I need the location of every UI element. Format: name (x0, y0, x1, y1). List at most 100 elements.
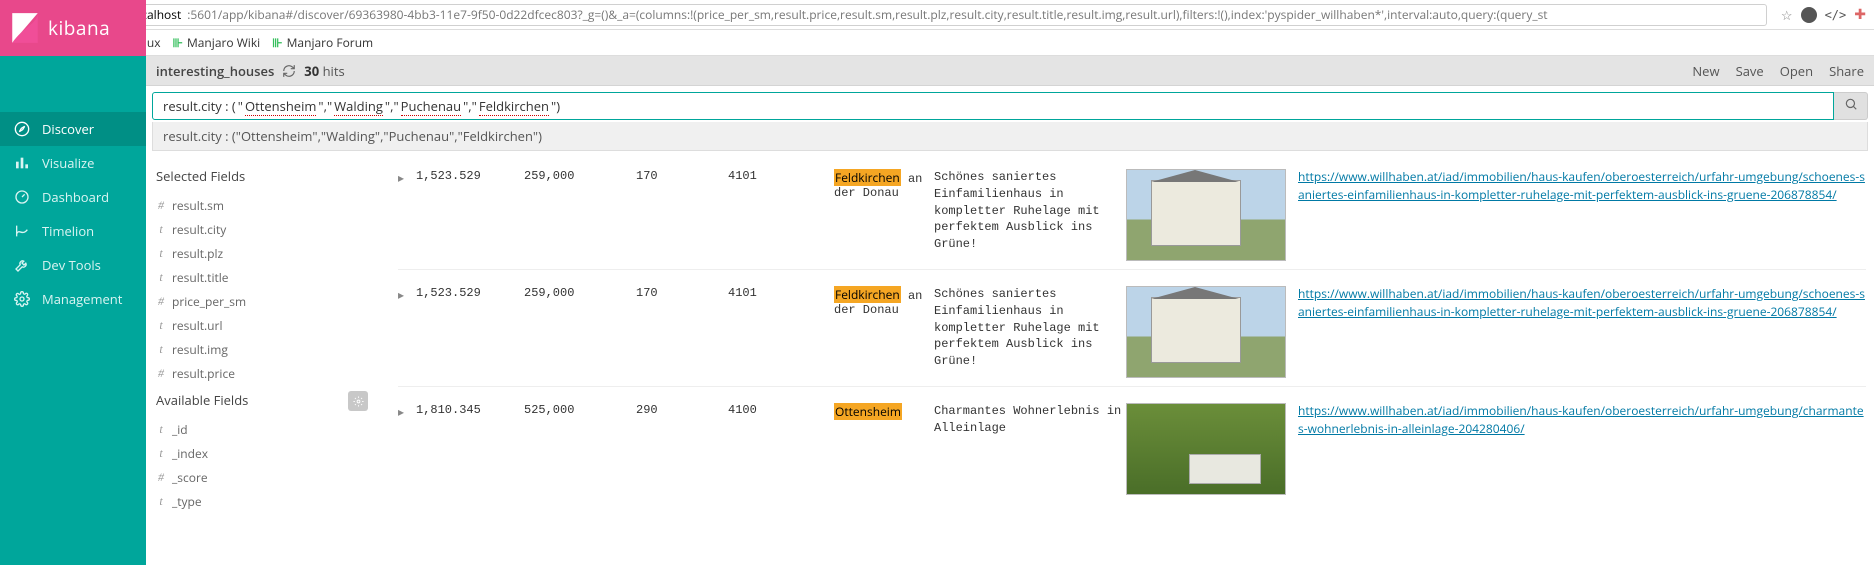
browser-toolbar: i localhost:5601/app/kibana#/discover/69… (0, 0, 1874, 30)
field-item[interactable]: #result.sm (156, 193, 378, 217)
wrench-icon (14, 257, 30, 273)
field-name: _type (172, 493, 202, 510)
cell-img (1126, 286, 1298, 378)
fields-settings-button[interactable] (348, 391, 368, 411)
extension-icon[interactable] (1801, 7, 1817, 23)
sidebar-item-devtools[interactable]: Dev Tools (0, 248, 146, 282)
expand-toggle[interactable]: ▸ (398, 286, 410, 378)
field-item[interactable]: t result.title (156, 265, 378, 289)
field-item[interactable]: t result.img (156, 337, 378, 361)
hit-count: 30 hits (304, 62, 344, 80)
field-name: result.price (172, 365, 235, 382)
field-type-icon: t (156, 270, 166, 285)
field-item[interactable]: t result.url (156, 313, 378, 337)
sidebar-label: Dev Tools (42, 256, 101, 274)
field-item[interactable]: t result.city (156, 217, 378, 241)
field-name: price_per_sm (172, 293, 246, 310)
field-type-icon: t (156, 422, 166, 437)
field-type-icon: # (156, 470, 166, 485)
field-name: result.plz (172, 245, 223, 262)
gear-icon (14, 291, 30, 307)
extension-plus-icon[interactable]: ✚ (1854, 5, 1866, 24)
field-type-icon: t (156, 446, 166, 461)
field-item[interactable]: t_id (156, 417, 378, 441)
sidebar-item-dashboard[interactable]: Dashboard (0, 180, 146, 214)
field-item[interactable]: t_index (156, 441, 378, 465)
field-name: result.img (172, 341, 228, 358)
field-type-icon: t (156, 494, 166, 509)
expand-toggle[interactable]: ▸ (398, 169, 410, 261)
sidebar-label: Visualize (42, 154, 94, 172)
sidebar-label: Management (42, 290, 122, 308)
result-link[interactable]: https://www.willhaben.at/iad/immobilien/… (1298, 285, 1865, 320)
action-share[interactable]: Share (1829, 62, 1864, 80)
saved-search-title: interesting_houses (156, 62, 274, 80)
result-row: ▸1,523.529259,0001704101Feldkirchen an d… (398, 161, 1866, 269)
discover-topbar: interesting_houses 30 hits New Save Open… (146, 56, 1874, 86)
timelion-icon (14, 223, 30, 239)
field-item[interactable]: # result.price (156, 361, 378, 385)
field-type-icon: # (156, 366, 166, 381)
cell-url: https://www.willhaben.at/iad/immobilien/… (1298, 286, 1866, 378)
cell-city: Feldkirchen an der Donau (834, 169, 934, 261)
cell-city: Feldkirchen an der Donau (834, 286, 934, 378)
result-link[interactable]: https://www.willhaben.at/iad/immobilien/… (1298, 402, 1864, 437)
cell-price-per-sm: 1,810.345 (416, 403, 524, 495)
devtools-icon[interactable]: </> (1825, 8, 1847, 22)
results-table: ▸1,523.529259,0001704101Feldkirchen an d… (378, 151, 1874, 565)
field-type-icon: t (156, 318, 166, 333)
cell-price: 259,000 (524, 169, 636, 261)
result-link[interactable]: https://www.willhaben.at/iad/immobilien/… (1298, 168, 1865, 203)
cell-plz: 4101 (728, 286, 834, 378)
bookmark-manjaro-forum[interactable]: ⊪Manjaro Forum (272, 34, 373, 51)
field-item[interactable]: tresult.plz (156, 241, 378, 265)
field-name: result.sm (172, 197, 224, 214)
sidebar-label: Timelion (42, 222, 94, 240)
bookmark-star-icon[interactable]: ☆ (1781, 6, 1793, 24)
bar-chart-icon (14, 155, 30, 171)
query-submit-button[interactable] (1834, 92, 1868, 120)
field-name: result.title (172, 269, 229, 286)
brand-text: kibana (48, 15, 110, 41)
field-type-icon: t (156, 342, 166, 357)
cell-price: 525,000 (524, 403, 636, 495)
cell-price-per-sm: 1,523.529 (416, 169, 524, 261)
field-item[interactable]: #_score (156, 465, 378, 489)
sidebar-item-timelion[interactable]: Timelion (0, 214, 146, 248)
bookmark-manjaro-wiki[interactable]: ⊪Manjaro Wiki (173, 34, 261, 51)
thumbnail-image (1126, 286, 1286, 378)
bookmarks-bar: Apps ⊪Manjaro Linux ⊪Manjaro Wiki ⊪Manja… (0, 30, 1874, 56)
field-name: result.url (172, 317, 222, 334)
sidebar-label: Dashboard (42, 188, 109, 206)
refresh-icon[interactable] (282, 64, 296, 78)
manjaro-icon: ⊪ (272, 36, 282, 50)
field-item[interactable]: t _type (156, 489, 378, 513)
kibana-logo-icon (8, 11, 42, 45)
field-item[interactable]: #price_per_sm (156, 289, 378, 313)
action-save[interactable]: Save (1736, 62, 1764, 80)
field-type-icon: t (156, 222, 166, 237)
action-new[interactable]: New (1692, 62, 1719, 80)
cell-url: https://www.willhaben.at/iad/immobilien/… (1298, 403, 1866, 495)
action-open[interactable]: Open (1780, 62, 1813, 80)
url-path: :5601/app/kibana#/discover/69363980-4bb3… (187, 6, 1547, 23)
cell-sm: 290 (636, 403, 728, 495)
sidebar-item-management[interactable]: Management (0, 282, 146, 316)
manjaro-icon: ⊪ (173, 36, 183, 50)
address-bar[interactable]: i localhost:5601/app/kibana#/discover/69… (104, 4, 1767, 26)
result-row: ▸1,523.529259,0001704101Feldkirchen an d… (398, 269, 1866, 386)
fields-panel: Selected Fields #result.smtresult.citytr… (146, 151, 378, 565)
query-input[interactable]: result.city : ("Ottensheim","Walding","P… (152, 92, 1834, 120)
query-suggestion[interactable]: result.city : ("Ottensheim","Walding","P… (152, 122, 1868, 151)
sidebar-item-discover[interactable]: Discover (0, 112, 146, 146)
gauge-icon (14, 189, 30, 205)
kibana-brand[interactable]: kibana (0, 0, 146, 56)
sidebar: kibana Discover Visualize Dashboard Time… (0, 56, 146, 565)
thumbnail-image (1126, 169, 1286, 261)
field-name: result.city (172, 221, 226, 238)
cell-title: Schönes saniertes Einfamilienhaus in kom… (934, 286, 1126, 378)
cell-title: Schönes saniertes Einfamilienhaus in kom… (934, 169, 1126, 261)
expand-toggle[interactable]: ▸ (398, 403, 410, 495)
cell-sm: 170 (636, 286, 728, 378)
sidebar-item-visualize[interactable]: Visualize (0, 146, 146, 180)
